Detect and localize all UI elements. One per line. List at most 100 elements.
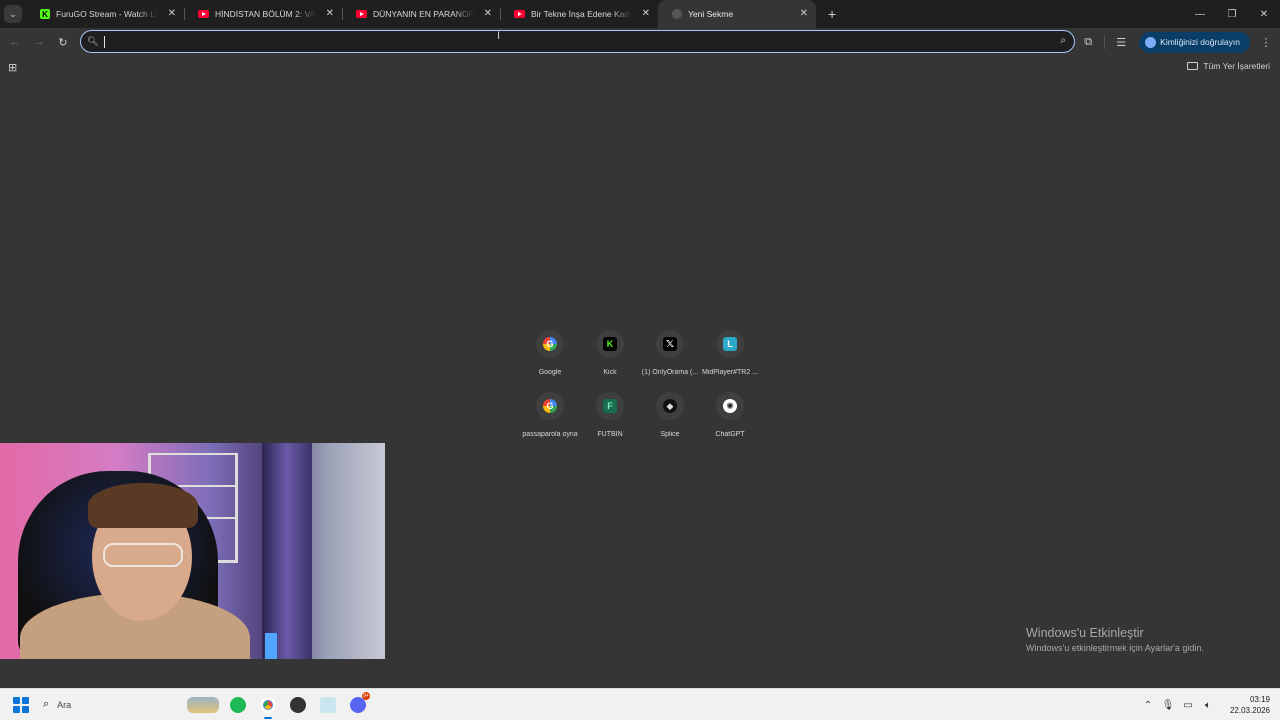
shortcut-grid: G Google K Kick 𝕏 (1) OnlyOrama (... L M… xyxy=(520,329,760,443)
text-cursor-icon: I xyxy=(497,30,501,42)
chrome-icon xyxy=(260,696,276,713)
tab-title: FuruGO Stream - Watch Live on Kick xyxy=(56,9,158,19)
close-icon[interactable]: ✕ xyxy=(642,8,650,19)
menu-button[interactable]: ⋮ xyxy=(1252,30,1280,54)
all-bookmarks-button[interactable]: Tüm Yer İşaretleri xyxy=(1187,61,1270,71)
toolbar-divider xyxy=(1104,35,1106,49)
tab-search-button[interactable]: ⌄ xyxy=(4,5,22,23)
chatgpt-icon: ✺ xyxy=(723,399,737,413)
windows-logo-icon xyxy=(13,696,20,704)
lens-search-icon[interactable]: ⌕ xyxy=(1060,35,1066,46)
microphone-icon[interactable]: 🎙︎ xyxy=(1158,700,1178,711)
close-icon[interactable]: ✕ xyxy=(168,8,176,19)
shortcut-splice[interactable]: ◆ Splice xyxy=(640,391,700,443)
notification-badge: 9+ xyxy=(362,691,370,700)
toolbar-right: ⧉ ☰ Kimliğinizi doğrulayın ⋮ xyxy=(1074,28,1280,56)
shortcut-tile: K xyxy=(596,330,624,358)
shortcut-tile: F xyxy=(596,392,624,420)
tab-3[interactable]: DÜNYANIN EN PARANORMAL ✕ xyxy=(342,0,500,28)
shortcut-tile: ✺ xyxy=(716,392,744,420)
shortcut-kick[interactable]: K Kick xyxy=(580,329,640,381)
tab-1[interactable]: K FuruGO Stream - Watch Live on Kick ✕ xyxy=(26,0,184,28)
tab-title: HİNDİSTAN BÖLÜM 2: VARANASİ xyxy=(215,9,316,19)
clock-time: 03:19 xyxy=(1249,695,1270,704)
close-icon[interactable]: ✕ xyxy=(484,8,492,19)
start-button[interactable] xyxy=(13,696,29,713)
window-controls: — ❐ ✕ xyxy=(1184,0,1280,28)
x-icon: 𝕏 xyxy=(663,337,677,351)
youtube-icon xyxy=(356,10,367,18)
taskbar-search[interactable]: ⌕ Ara xyxy=(43,694,183,716)
profile-verify-button[interactable]: Kimliğinizi doğrulayın xyxy=(1139,31,1250,53)
shortcut-tile: ◆ xyxy=(656,392,684,420)
puzzle-icon: ⧉ xyxy=(1084,35,1093,48)
tab-4[interactable]: Bir Tekne İnşa Edene Kadar Bir ✕ xyxy=(500,0,658,28)
chevron-up-icon[interactable]: ⌃ xyxy=(1138,700,1158,711)
shortcut-midplayer[interactable]: L MidPlayer#TR2 ... xyxy=(700,329,760,381)
plus-icon: + xyxy=(828,6,837,22)
shortcut-label: ChatGPT xyxy=(715,431,745,438)
shortcut-x[interactable]: 𝕏 (1) OnlyOrama (... xyxy=(640,329,700,381)
shortcut-passaparola[interactable]: G passaparola oyna xyxy=(520,391,580,443)
shortcut-chatgpt[interactable]: ✺ ChatGPT xyxy=(700,391,760,443)
reload-icon: ↻ xyxy=(58,36,68,49)
tab-title: Yeni Sekme xyxy=(688,9,734,19)
spotify-icon xyxy=(230,696,246,713)
kick-icon: K xyxy=(603,337,617,351)
display-icon[interactable]: ▭ xyxy=(1178,700,1198,711)
activation-title: Windows'u Etkinleştir xyxy=(1026,626,1144,640)
close-icon[interactable]: ✕ xyxy=(800,8,808,19)
tab-2[interactable]: HİNDİSTAN BÖLÜM 2: VARANASİ ✕ xyxy=(184,0,342,28)
taskbar-chrome[interactable] xyxy=(253,690,283,720)
tab-title: DÜNYANIN EN PARANORMAL xyxy=(373,9,474,19)
taskbar-clock[interactable]: 03:19 22.03.2026 xyxy=(1230,694,1270,716)
reload-button[interactable]: ↻ xyxy=(51,30,75,54)
forward-button[interactable]: → xyxy=(27,30,51,54)
avatar xyxy=(1145,36,1157,48)
taskbar-spotify[interactable] xyxy=(223,690,253,720)
taskbar-discord[interactable]: 9+ xyxy=(343,690,373,720)
windows-logo-icon xyxy=(22,705,29,713)
windows-logo-icon xyxy=(22,696,29,704)
close-window-button[interactable]: ✕ xyxy=(1248,0,1280,28)
kebab-menu-icon: ⋮ xyxy=(1260,36,1272,49)
webcam-person-glasses xyxy=(103,543,183,567)
address-input[interactable] xyxy=(107,36,1074,47)
arrow-left-icon: ← xyxy=(9,36,21,48)
windows-activation-watermark: Windows'u Etkinleştir Windows'u etkinleş… xyxy=(1026,626,1204,653)
shortcut-tile: L xyxy=(716,330,744,358)
shortcut-futbin[interactable]: F FUTBIN xyxy=(580,391,640,443)
restore-button[interactable]: ❐ xyxy=(1216,0,1248,28)
minimize-button[interactable]: — xyxy=(1184,0,1216,28)
bookmarks-bar: ⊞ Tüm Yer İşaretleri xyxy=(0,56,1280,78)
taskbar-widget[interactable] xyxy=(183,690,223,720)
clock-date: 22.03.2026 xyxy=(1229,706,1270,715)
shortcut-label: passaparola oyna xyxy=(522,431,578,438)
shortcut-tile: 𝕏 xyxy=(656,330,684,358)
new-tab-button[interactable]: + xyxy=(828,7,836,21)
kick-icon: K xyxy=(40,9,50,19)
bluestacks-icon xyxy=(320,696,336,713)
reading-list-button[interactable]: ☰ xyxy=(1107,30,1135,54)
splice-icon: ◆ xyxy=(663,399,677,413)
youtube-icon xyxy=(514,10,525,18)
taskbar-search-label: Ara xyxy=(57,699,72,710)
all-bookmarks-label: Tüm Yer İşaretleri xyxy=(1203,61,1270,71)
extensions-button[interactable]: ⧉ xyxy=(1074,30,1102,54)
taskbar-obs[interactable] xyxy=(283,690,313,720)
speaker-icon[interactable]: 🔈︎ xyxy=(1198,700,1218,711)
google-icon: G xyxy=(543,399,557,413)
address-bar[interactable]: 🔍︎ ⌕ xyxy=(80,30,1075,53)
apps-grid-icon[interactable]: ⊞ xyxy=(8,61,17,74)
close-icon[interactable]: ✕ xyxy=(326,8,334,19)
shortcut-google[interactable]: G Google xyxy=(520,329,580,381)
arrow-right-icon: → xyxy=(33,36,45,48)
futbin-icon: F xyxy=(603,399,617,413)
back-button[interactable]: ← xyxy=(3,30,27,54)
taskbar-bluestacks[interactable] xyxy=(313,690,343,720)
shortcut-tile: G xyxy=(536,392,564,420)
tab-5-active[interactable]: Yeni Sekme ✕ xyxy=(658,0,816,28)
system-tray: ⌃ 🎙︎ ▭ 🔈︎ 03:19 22.03.2026 xyxy=(1138,689,1270,720)
browser-toolbar: ← → ↻ 🔍︎ ⌕ ⧉ ☰ Kimliğinizi doğrulayın ⋮ xyxy=(0,28,1280,56)
shortcut-label: MidPlayer#TR2 ... xyxy=(701,369,759,376)
